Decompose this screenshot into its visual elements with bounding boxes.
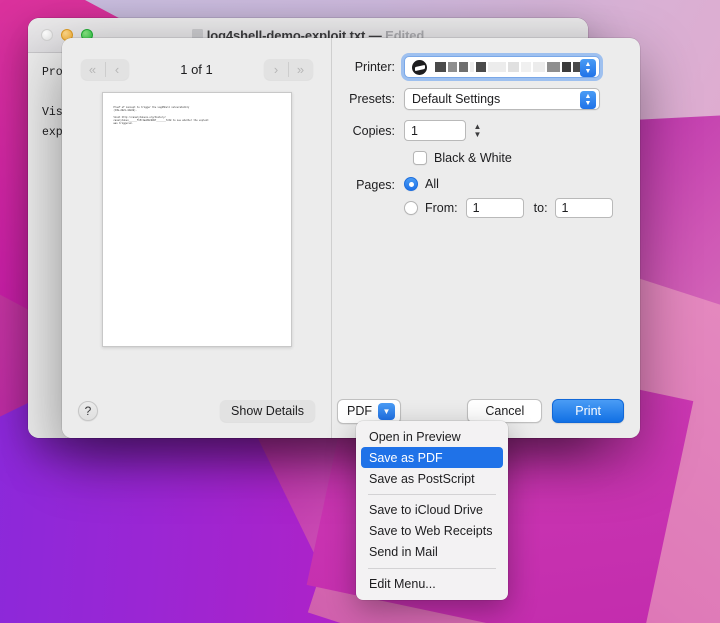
menu-separator [368, 494, 496, 495]
previous-page-group[interactable]: « ‹ [80, 59, 129, 80]
pages-to-label: to: [533, 201, 548, 215]
pages-all-row: All [404, 177, 613, 191]
print-dialog-sheet: « ‹ 1 of 1 › » Proof of concept to trigg… [62, 38, 640, 438]
menu-item-save-to-web-receipts[interactable]: Save to Web Receipts [356, 521, 508, 542]
printer-name-redacted [435, 62, 594, 72]
redaction-block [547, 62, 560, 72]
copies-label: Copies: [352, 123, 395, 138]
presets-select[interactable]: Default Settings ▲ ▼ [404, 88, 600, 110]
pages-label: Pages: [356, 178, 395, 192]
redaction-block [533, 62, 545, 72]
print-preview-pane: « ‹ 1 of 1 › » Proof of concept to trigg… [62, 38, 332, 438]
pdf-dropdown-menu[interactable]: Open in Preview Save as PDF Save as PostSc… [356, 421, 508, 600]
redaction-block [562, 62, 571, 72]
black-and-white-label: Black & White [434, 151, 512, 165]
preview-navigation-row: « ‹ 1 of 1 › » [80, 59, 313, 80]
redaction-block [508, 62, 519, 72]
copies-stepper[interactable]: ▲ ▼ [471, 120, 484, 141]
black-and-white-row: Black & White [413, 151, 624, 165]
printer-label: Printer: [354, 60, 395, 74]
redaction-block [470, 62, 474, 72]
pdf-button-label: PDF [347, 404, 372, 418]
pages-all-radio[interactable] [404, 177, 418, 191]
page-thumbnail[interactable]: Proof of concept to trigger the Log4Shel… [101, 92, 292, 347]
presets-row: Presets: Default Settings ▲ ▼ [332, 88, 624, 110]
pdf-menu-button[interactable]: PDF ▼ [337, 398, 401, 424]
menu-item-open-in-preview[interactable]: Open in Preview [356, 426, 508, 447]
menu-item-send-in-mail[interactable]: Send in Mail [356, 542, 508, 563]
next-page-button[interactable]: › [264, 59, 288, 80]
printer-row: Printer: ▲ ▼ [332, 56, 624, 78]
cancel-button[interactable]: Cancel [467, 399, 543, 423]
previous-page-button[interactable]: ‹ [105, 59, 129, 80]
print-options-pane: Printer: ▲ ▼ Presets: Default Settings ▲ ▼ [332, 38, 640, 438]
redaction-block [435, 62, 446, 72]
copies-input[interactable]: 1 [404, 120, 466, 141]
pages-from-label: From: [425, 201, 458, 215]
redaction-block [488, 62, 506, 72]
printer-icon [412, 59, 427, 75]
menu-item-save-as-pdf[interactable]: Save as PDF [361, 447, 503, 468]
preview-footer: ? Show Details [62, 384, 331, 438]
desktop-background: log4shell-demo-exploit.txt — Edited Proo… [0, 0, 720, 623]
printer-select[interactable]: ▲ ▼ [404, 56, 600, 78]
pages-from-input[interactable]: 1 [465, 198, 524, 218]
redaction-block [459, 62, 468, 72]
help-button[interactable]: ? [78, 401, 98, 421]
pages-range-radio[interactable] [404, 201, 418, 215]
redaction-block [521, 62, 531, 72]
menu-item-save-as-postscript[interactable]: Save as PostScript [356, 468, 508, 489]
chevron-down-icon[interactable]: ▼ [378, 402, 395, 420]
pages-all-label: All [425, 177, 439, 191]
show-details-button[interactable]: Show Details [220, 400, 315, 422]
print-button[interactable]: Print [552, 399, 624, 423]
menu-separator [368, 567, 496, 568]
chevron-updown-icon[interactable]: ▲ ▼ [580, 91, 596, 109]
page-counter-label: 1 of 1 [180, 62, 213, 77]
presets-value: Default Settings [412, 92, 501, 106]
pages-to-input[interactable]: 1 [554, 198, 613, 218]
menu-item-edit-menu[interactable]: Edit Menu... [356, 573, 508, 594]
redaction-block [448, 62, 457, 72]
redaction-block [476, 62, 486, 72]
presets-label: Presets: [349, 92, 395, 106]
page-preview-line: was triggered. [113, 122, 133, 126]
last-page-button[interactable]: » [289, 59, 313, 80]
black-and-white-checkbox[interactable] [413, 151, 427, 165]
copies-row: Copies: 1 ▲ ▼ [332, 120, 624, 141]
pages-range-row: From: 1 to: 1 [404, 198, 613, 218]
chevron-updown-icon[interactable]: ▲ ▼ [580, 59, 596, 77]
pages-options-group: All From: 1 to: 1 [404, 177, 613, 218]
first-page-button[interactable]: « [81, 59, 105, 80]
menu-item-save-to-icloud-drive[interactable]: Save to iCloud Drive [356, 500, 508, 521]
next-page-group[interactable]: › » [264, 59, 313, 80]
pages-row: Pages: All From: 1 to: 1 [332, 177, 624, 218]
